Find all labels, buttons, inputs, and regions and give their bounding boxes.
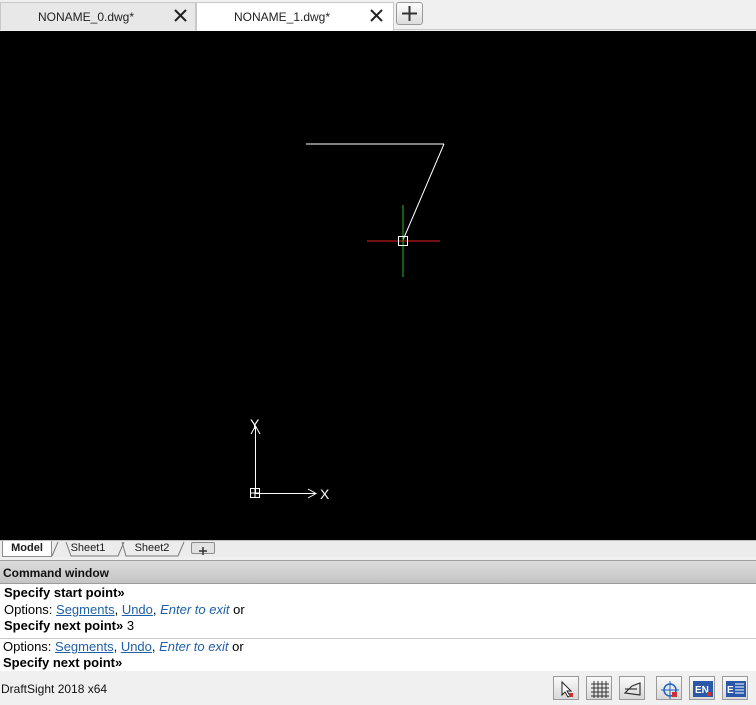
option-undo[interactable]: Undo <box>122 602 153 617</box>
new-tab-button[interactable] <box>396 2 423 25</box>
option-segments[interactable]: Segments <box>55 639 114 654</box>
ortho-icon <box>623 682 641 696</box>
command-prompt: Specify next point» <box>3 655 123 670</box>
plus-icon <box>199 547 207 555</box>
select-cursor-icon <box>561 680 573 698</box>
draftsight-window: NONAME_0.dwg* NONAME_1.dwg* Y X Model Sh… <box>0 0 756 705</box>
current-options-line: Options: Segments, Undo, Enter to exit o… <box>3 639 244 654</box>
etrack-icon: EN <box>693 681 713 697</box>
tab-noname-1[interactable]: NONAME_1.dwg* <box>196 2 394 31</box>
esnap-button[interactable] <box>656 676 682 700</box>
esnap-icon <box>661 681 679 699</box>
option-enter-to-exit[interactable]: Enter to exit <box>159 639 228 654</box>
history-line: Options: Segments, Undo, Enter to exit o… <box>4 602 245 617</box>
sheet-tab-bar: Model Sheet1 Sheet2 <box>0 540 756 557</box>
tab-label: NONAME_0.dwg* <box>37 10 135 24</box>
option-undo[interactable]: Undo <box>121 639 152 654</box>
select-cursor-button[interactable] <box>553 676 579 700</box>
command-window-title: Command window <box>0 560 756 584</box>
tab-sheet1[interactable]: Sheet1 <box>66 541 110 557</box>
document-tab-bar: NONAME_0.dwg* NONAME_1.dwg* <box>0 0 756 31</box>
history-line: Specify start point» <box>4 585 125 600</box>
ucs-icon <box>250 424 318 499</box>
tab-label: NONAME_1.dwg* <box>233 10 331 24</box>
tab-sheet2[interactable]: Sheet2 <box>128 541 176 557</box>
status-bar: DraftSight 2018 x64 EN E <box>0 671 756 705</box>
drawing-canvas[interactable]: Y X <box>0 31 756 540</box>
ucs-y-label: Y <box>250 416 260 432</box>
close-icon[interactable] <box>368 7 386 25</box>
svg-text:E: E <box>727 685 734 696</box>
etrack-button[interactable]: EN <box>689 676 715 700</box>
option-segments[interactable]: Segments <box>56 602 115 617</box>
svg-text:EN: EN <box>695 685 709 696</box>
history-line: Specify next point» 3 <box>4 618 135 633</box>
add-sheet-button[interactable] <box>191 542 215 555</box>
grid-icon <box>591 681 609 698</box>
close-icon[interactable] <box>172 7 190 25</box>
ortho-button[interactable] <box>619 676 645 700</box>
properties-button[interactable]: E <box>722 676 748 700</box>
grid-button[interactable] <box>586 676 612 700</box>
properties-icon: E <box>726 681 746 697</box>
command-history[interactable]: Specify start point» Options: Segments, … <box>0 584 756 638</box>
drawing-svg: Y X <box>250 143 445 502</box>
app-version: DraftSight 2018 x64 <box>1 682 108 696</box>
option-enter-to-exit[interactable]: Enter to exit <box>160 602 229 617</box>
plus-icon <box>402 6 417 21</box>
tab-noname-0[interactable]: NONAME_0.dwg* <box>0 2 196 30</box>
ucs-x-label: X <box>320 486 330 502</box>
command-input-area[interactable]: Options: Segments, Undo, Enter to exit o… <box>0 638 756 671</box>
line-segment <box>402 143 445 241</box>
tab-model[interactable]: Model <box>2 541 52 557</box>
